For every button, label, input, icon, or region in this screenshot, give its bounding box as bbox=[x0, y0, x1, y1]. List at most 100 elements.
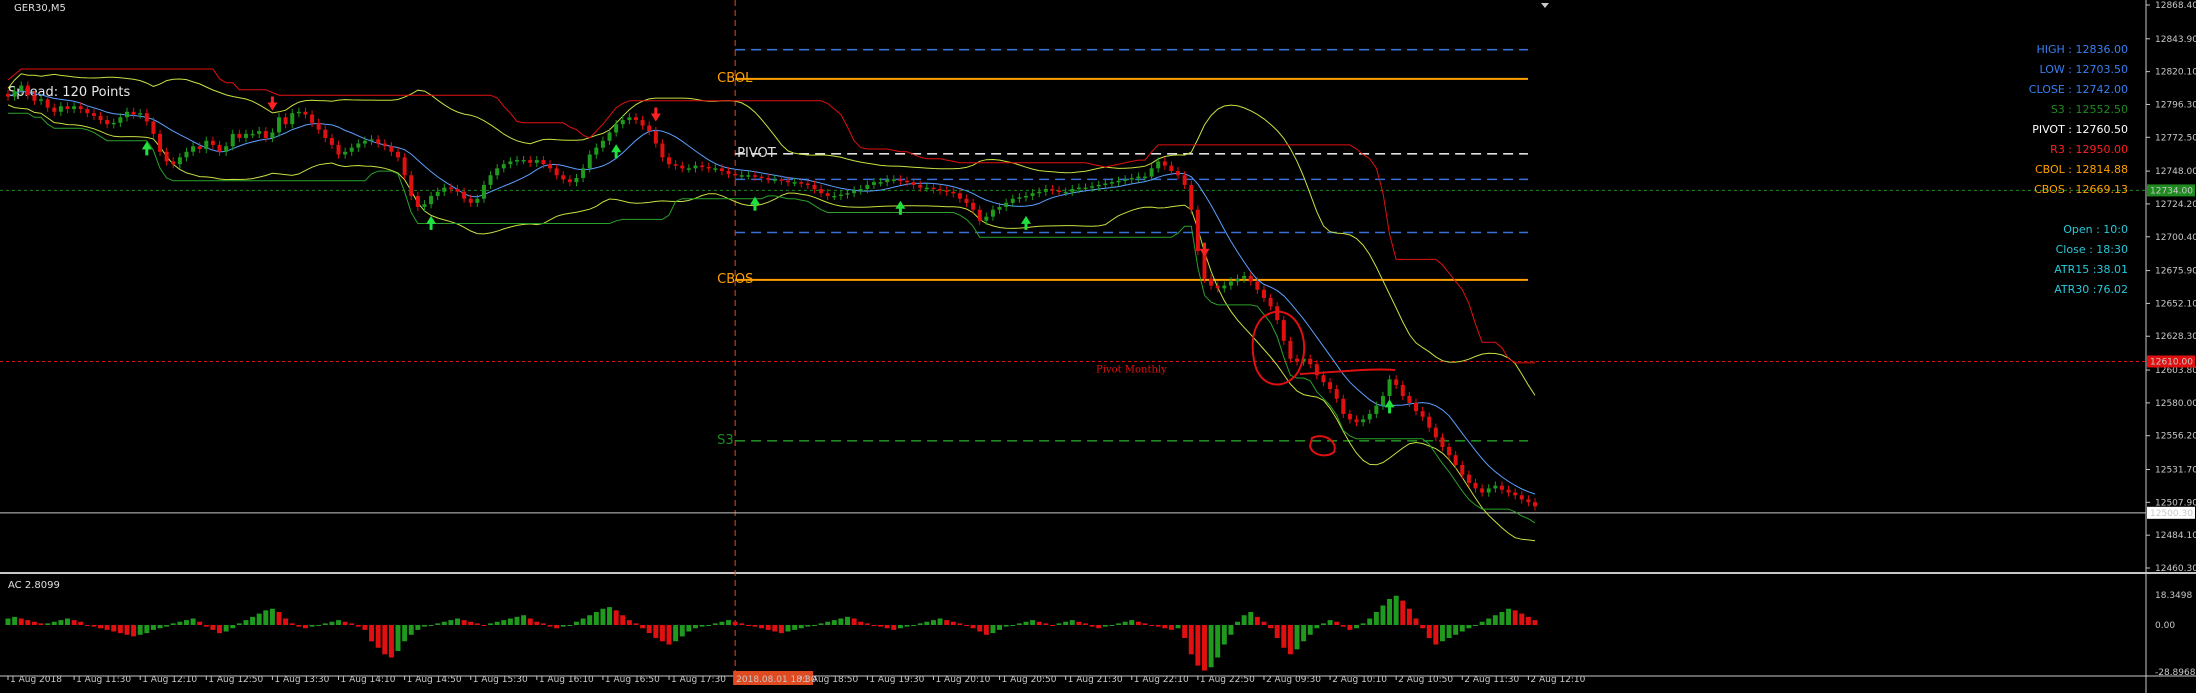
candle-body bbox=[1519, 495, 1524, 500]
y-tick-label: 12603.80 bbox=[2155, 366, 2196, 376]
ac-bar bbox=[507, 618, 513, 625]
candle-body bbox=[1281, 320, 1286, 341]
y-tick-label: 12531.70 bbox=[2155, 465, 2196, 475]
symbol-label: GER30,M5 bbox=[14, 3, 66, 14]
ac-bar bbox=[666, 625, 672, 645]
candle-body bbox=[772, 179, 777, 181]
ac-bar bbox=[574, 621, 579, 625]
y-tick-label: 12724.20 bbox=[2155, 200, 2196, 210]
ac-bar bbox=[752, 625, 758, 627]
candle-body bbox=[349, 147, 354, 152]
ac-bar bbox=[481, 625, 487, 626]
candle-body bbox=[567, 179, 572, 183]
candle-body bbox=[52, 107, 57, 112]
y-tick-label: 12843.90 bbox=[2155, 35, 2196, 45]
ac-bar bbox=[144, 625, 150, 634]
candle-body bbox=[1513, 492, 1518, 496]
candle-body bbox=[719, 168, 724, 172]
ac-bar bbox=[633, 623, 639, 625]
candle-body bbox=[124, 111, 129, 118]
ac-bar bbox=[547, 625, 553, 627]
ac-bar bbox=[1083, 623, 1088, 625]
candle-body bbox=[1010, 198, 1015, 203]
candle-body bbox=[1096, 184, 1101, 187]
ac-bar bbox=[1287, 625, 1293, 655]
ac-bar bbox=[468, 621, 474, 625]
ac-bar bbox=[1175, 625, 1181, 629]
ac-bar bbox=[712, 623, 718, 625]
candle-body bbox=[78, 106, 83, 110]
ac-bar bbox=[891, 625, 897, 630]
candle-body bbox=[158, 133, 163, 152]
ac-bar bbox=[435, 623, 441, 625]
ac-bar bbox=[31, 621, 37, 625]
candle-body bbox=[1295, 358, 1300, 362]
info-panel-row: Open : 10:0 bbox=[2063, 223, 2128, 236]
candle-body bbox=[1083, 187, 1088, 190]
indicator-tick-label: 0.00 bbox=[2155, 621, 2175, 631]
candle-body bbox=[263, 131, 268, 138]
candle-body bbox=[131, 111, 136, 115]
ac-bar bbox=[640, 625, 646, 629]
candle-body bbox=[581, 168, 586, 178]
ac-bar bbox=[673, 625, 679, 642]
candle-body bbox=[574, 177, 579, 183]
x-tick-label: 1 Aug 21:30 bbox=[1068, 675, 1123, 685]
x-tick-label: 1 Aug 16:50 bbox=[605, 675, 660, 685]
candle-body bbox=[924, 187, 929, 190]
candle-body bbox=[832, 195, 837, 198]
x-tick-label: 1 Aug 19:30 bbox=[869, 675, 924, 685]
ac-bar bbox=[1036, 621, 1042, 625]
info-panel-row: Close : 18:30 bbox=[2056, 243, 2128, 256]
candle-body bbox=[779, 179, 784, 181]
candle-body bbox=[310, 114, 315, 123]
ac-bar bbox=[607, 607, 613, 625]
candle-body bbox=[475, 198, 480, 203]
candle-body bbox=[277, 117, 282, 133]
candle-body bbox=[1453, 455, 1458, 465]
candle-body bbox=[1255, 281, 1260, 290]
candle-body bbox=[1480, 488, 1485, 493]
x-tick-label: 1 Aug 16:10 bbox=[539, 675, 594, 685]
ac-bar bbox=[170, 623, 176, 625]
ac-bar bbox=[349, 623, 355, 625]
candle-body bbox=[210, 140, 215, 145]
info-panel-row: HIGH : 12836.00 bbox=[2037, 43, 2129, 56]
candle-body bbox=[1136, 176, 1141, 179]
ac-bar bbox=[1320, 623, 1326, 625]
indicator-tick-label: -28.8968 bbox=[2155, 668, 2196, 678]
candle-body bbox=[620, 120, 625, 125]
candle-body bbox=[726, 171, 731, 174]
candle-body bbox=[415, 195, 420, 207]
ac-bar bbox=[845, 616, 850, 625]
candle-body bbox=[1037, 191, 1042, 194]
ac-bar bbox=[798, 625, 804, 629]
ac-bar bbox=[1261, 621, 1267, 625]
candle-body bbox=[1235, 278, 1240, 282]
candle-body bbox=[898, 179, 903, 181]
candle-body bbox=[1162, 161, 1167, 166]
candle-body bbox=[1182, 175, 1187, 185]
ac-bar bbox=[911, 625, 917, 626]
ac-bar bbox=[1426, 625, 1432, 639]
price-chart[interactable]: GER30,M5 Spread: 120 Points AC 2.8099 12… bbox=[0, 0, 2196, 693]
ac-bar bbox=[1202, 625, 1207, 671]
candle-body bbox=[1440, 437, 1445, 448]
ac-bar bbox=[1063, 621, 1069, 625]
candle-body bbox=[105, 120, 110, 125]
ac-bar bbox=[878, 625, 884, 627]
ac-bar bbox=[593, 611, 599, 625]
candle-body bbox=[1473, 482, 1478, 489]
ac-bar bbox=[1056, 623, 1062, 625]
ac-bar bbox=[600, 608, 606, 625]
ac-bar bbox=[659, 625, 665, 642]
y-tick-label: 12580.00 bbox=[2155, 399, 2196, 409]
ac-bar bbox=[739, 623, 745, 625]
x-tick-label: 1 Aug 20:50 bbox=[1002, 675, 1057, 685]
candle-body bbox=[944, 190, 949, 192]
candle-body bbox=[911, 182, 916, 185]
ac-bar bbox=[527, 618, 533, 625]
ac-bar bbox=[1221, 625, 1227, 645]
candle-body bbox=[541, 160, 546, 165]
ac-bar bbox=[997, 625, 1003, 630]
